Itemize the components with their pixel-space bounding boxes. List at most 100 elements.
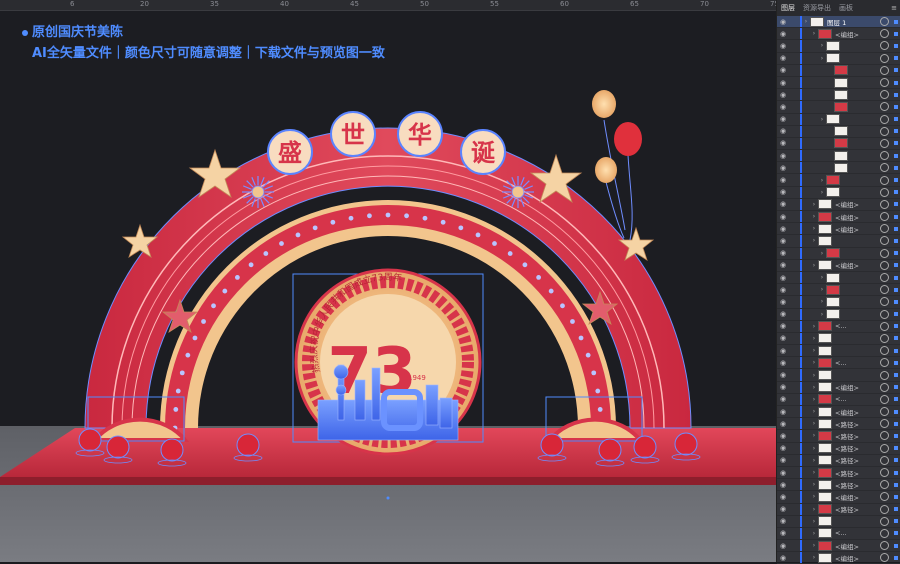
expand-chevron-icon[interactable]: › xyxy=(810,493,818,500)
visibility-eye-icon[interactable]: ◉ xyxy=(780,408,790,416)
selection-square-icon[interactable] xyxy=(894,482,898,487)
layer-row[interactable]: ◉ › xyxy=(777,332,900,346)
expand-chevron-icon[interactable]: › xyxy=(810,554,818,561)
visibility-eye-icon[interactable]: ◉ xyxy=(780,383,790,391)
visibility-eye-icon[interactable]: ◉ xyxy=(780,91,790,99)
visibility-eye-icon[interactable]: ◉ xyxy=(780,420,790,428)
visibility-eye-icon[interactable]: ◉ xyxy=(780,237,790,245)
selection-square-icon[interactable] xyxy=(894,153,898,158)
visibility-eye-icon[interactable]: ◉ xyxy=(780,274,790,282)
target-circle-icon[interactable] xyxy=(880,541,889,551)
layer-row[interactable]: ◉ xyxy=(777,162,900,175)
expand-chevron-icon[interactable]: › xyxy=(810,384,818,391)
target-circle-icon[interactable] xyxy=(880,102,889,112)
target-circle-icon[interactable] xyxy=(880,431,889,441)
layer-row[interactable]: ◉ › xyxy=(777,113,900,126)
layer-row[interactable]: ◉ › xyxy=(777,174,900,187)
visibility-eye-icon[interactable]: ◉ xyxy=(780,493,790,501)
layer-row[interactable]: ◉ › xyxy=(777,515,900,528)
layer-row[interactable]: ◉ › <编组> xyxy=(777,381,900,394)
visibility-eye-icon[interactable]: ◉ xyxy=(780,310,790,318)
expand-chevron-icon[interactable]: › xyxy=(810,323,818,330)
selection-square-icon[interactable] xyxy=(894,336,898,341)
selection-square-icon[interactable] xyxy=(894,433,898,438)
expand-chevron-icon[interactable]: › xyxy=(810,213,818,220)
layer-row[interactable]: ◉ xyxy=(777,64,900,77)
expand-chevron-icon[interactable]: › xyxy=(810,30,818,37)
selection-square-icon[interactable] xyxy=(894,348,898,353)
target-circle-icon[interactable] xyxy=(880,370,889,380)
target-circle-icon[interactable] xyxy=(880,65,889,75)
visibility-eye-icon[interactable]: ◉ xyxy=(780,517,790,525)
layer-row[interactable]: ◉ › <编组> xyxy=(777,540,900,553)
visibility-eye-icon[interactable]: ◉ xyxy=(780,200,790,208)
visibility-eye-icon[interactable]: ◉ xyxy=(780,542,790,550)
panel-tab[interactable]: 画板 xyxy=(839,3,853,13)
selection-square-icon[interactable] xyxy=(894,80,898,85)
visibility-eye-icon[interactable]: ◉ xyxy=(780,188,790,196)
panel-tab[interactable]: 图层 xyxy=(781,3,795,13)
visibility-eye-icon[interactable]: ◉ xyxy=(780,213,790,221)
target-circle-icon[interactable] xyxy=(880,504,889,514)
layer-row[interactable]: ◉ › xyxy=(777,40,900,53)
expand-chevron-icon[interactable]: › xyxy=(810,506,818,513)
visibility-eye-icon[interactable]: ◉ xyxy=(780,286,790,294)
expand-chevron-icon[interactable]: › xyxy=(818,116,826,123)
layer-row[interactable]: ◉ › <... xyxy=(777,320,900,333)
target-circle-icon[interactable] xyxy=(880,516,889,526)
expand-chevron-icon[interactable]: › xyxy=(810,542,818,549)
layer-row[interactable]: ◉ › <... xyxy=(777,357,900,370)
expand-chevron-icon[interactable]: › xyxy=(810,237,818,244)
layers-panel[interactable]: 图层 资源导出 画板 ≡ ◉ › 图层 1 ◉ › <编组> ◉ › ◉ › ◉ ◉ ◉ ◉ ◉ › ◉ ◉ ◉ ◉ ◉ › ◉ ›… xyxy=(776,0,900,564)
visibility-eye-icon[interactable]: ◉ xyxy=(780,359,790,367)
expand-chevron-icon[interactable]: › xyxy=(818,189,826,196)
visibility-eye-icon[interactable]: ◉ xyxy=(780,152,790,160)
layer-row[interactable]: ◉ › <路径> xyxy=(777,479,900,492)
visibility-eye-icon[interactable]: ◉ xyxy=(780,103,790,111)
selection-square-icon[interactable] xyxy=(894,312,898,317)
visibility-eye-icon[interactable]: ◉ xyxy=(780,42,790,50)
expand-chevron-icon[interactable]: › xyxy=(810,359,818,366)
target-circle-icon[interactable] xyxy=(880,114,889,124)
layer-row[interactable]: ◉ › <编组> xyxy=(777,28,900,41)
layer-row[interactable]: ◉ › <编组> xyxy=(777,211,900,224)
layer-row[interactable]: ◉ › <... xyxy=(777,393,900,406)
selection-square-icon[interactable] xyxy=(894,238,898,243)
layer-row[interactable]: ◉ › <路径> xyxy=(777,418,900,431)
visibility-eye-icon[interactable]: ◉ xyxy=(780,469,790,477)
expand-chevron-icon[interactable]: › xyxy=(818,311,826,318)
selection-square-icon[interactable] xyxy=(894,178,898,183)
arch-artwork[interactable]: 盛世华诞 73 1949 热烈庆祝中华人民共和国成立73周年 xyxy=(0,0,776,562)
visibility-eye-icon[interactable]: ◉ xyxy=(780,127,790,135)
layer-row[interactable]: ◉ xyxy=(777,150,900,163)
selection-square-icon[interactable] xyxy=(894,202,898,207)
target-circle-icon[interactable] xyxy=(880,175,889,185)
target-circle-icon[interactable] xyxy=(880,126,889,136)
visibility-eye-icon[interactable]: ◉ xyxy=(780,347,790,355)
target-circle-icon[interactable] xyxy=(880,443,889,453)
selection-square-icon[interactable] xyxy=(894,31,898,36)
layer-row[interactable]: ◉ xyxy=(777,137,900,151)
layer-row[interactable]: ◉ › xyxy=(777,52,900,65)
selection-square-icon[interactable] xyxy=(894,324,898,329)
selection-square-icon[interactable] xyxy=(894,555,898,560)
expand-chevron-icon[interactable]: › xyxy=(810,262,818,269)
expand-chevron-icon[interactable]: › xyxy=(810,420,818,427)
expand-chevron-icon[interactable]: › xyxy=(810,408,818,415)
target-circle-icon[interactable] xyxy=(880,419,889,429)
panel-tab[interactable]: 资源导出 xyxy=(803,3,831,13)
visibility-eye-icon[interactable]: ◉ xyxy=(780,529,790,537)
selection-square-icon[interactable] xyxy=(894,104,898,109)
target-circle-icon[interactable] xyxy=(880,297,889,307)
panel-menu-icon[interactable]: ≡ xyxy=(891,4,897,12)
selection-square-icon[interactable] xyxy=(894,507,898,512)
target-circle-icon[interactable] xyxy=(880,17,889,27)
selection-square-icon[interactable] xyxy=(894,543,898,548)
selection-square-icon[interactable] xyxy=(894,360,898,365)
target-circle-icon[interactable] xyxy=(880,199,889,209)
selection-square-icon[interactable] xyxy=(894,397,898,402)
target-circle-icon[interactable] xyxy=(880,236,889,246)
selection-square-icon[interactable] xyxy=(894,421,898,426)
expand-chevron-icon[interactable]: › xyxy=(810,445,818,452)
target-circle-icon[interactable] xyxy=(880,212,889,222)
